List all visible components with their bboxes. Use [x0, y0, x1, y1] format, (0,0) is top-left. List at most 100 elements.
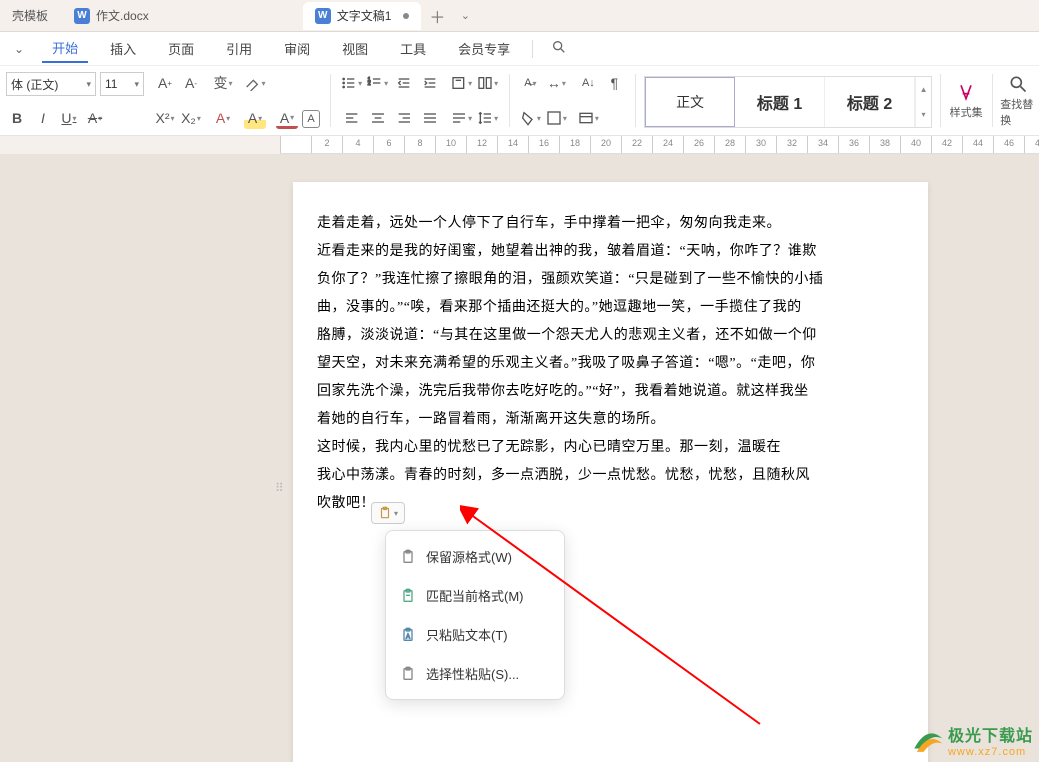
shading-icon: [520, 110, 536, 126]
font-name-combo[interactable]: 体 (正文)▾: [6, 72, 96, 96]
styles-up-button[interactable]: ▲: [915, 77, 931, 102]
font-color-button[interactable]: A: [276, 109, 298, 129]
sort-button[interactable]: A↓: [577, 72, 599, 94]
indent-icon: [422, 75, 438, 91]
doc-line[interactable]: 胳膊，淡淡说道：“与其在这里做一个怨天尤人的悲观主义者，还不如做一个仰: [317, 322, 904, 350]
menu-page[interactable]: 页面: [158, 35, 204, 62]
show-marks-button[interactable]: ¶: [603, 72, 625, 94]
font-art-button[interactable]: A: [212, 107, 234, 129]
styleset-icon: [956, 82, 976, 102]
grow-font-button[interactable]: A+: [154, 72, 176, 94]
doc-line[interactable]: 我心中荡漾。青春的时刻，多一点洒脱，少一点忧愁。忧愁，忧愁，且随秋风: [317, 462, 904, 490]
style-heading2[interactable]: 标题 2: [825, 77, 915, 127]
align-left-button[interactable]: [341, 107, 363, 129]
separator: [509, 74, 510, 127]
menu-member[interactable]: 会员专享: [448, 35, 520, 62]
paragraph-handle-icon[interactable]: ⠿: [275, 481, 286, 495]
doc-line[interactable]: 近看走来的是我的好闺蜜，她望着出神的我，皱着眉道：“天呐，你咋了？谁欺: [317, 238, 904, 266]
find-icon: [1008, 74, 1028, 94]
bold-button[interactable]: B: [6, 107, 28, 129]
separator: [635, 74, 636, 127]
styles-more-button[interactable]: ▾: [915, 102, 931, 127]
align-center-button[interactable]: [367, 107, 389, 129]
text-direction-button[interactable]: [451, 72, 473, 94]
shading-button[interactable]: [519, 107, 541, 129]
align-right-button[interactable]: [393, 107, 415, 129]
char-scale-button[interactable]: A̶: [519, 72, 541, 94]
eraser-icon: [244, 75, 260, 91]
styleset-button[interactable]: 样式集: [949, 72, 984, 129]
bullets-button[interactable]: [341, 72, 363, 94]
columns-button[interactable]: [477, 72, 499, 94]
page[interactable]: 走着走着，远处一个人停下了自行车，手中撑着一把伞，匆匆向我走来。 近看走来的是我…: [293, 182, 928, 762]
paste-special[interactable]: 选择性粘贴(S)...: [386, 654, 564, 693]
indent-dec-button[interactable]: [393, 72, 415, 94]
search-button[interactable]: [545, 35, 573, 62]
align-justify-button[interactable]: [419, 107, 441, 129]
line-spacing-button[interactable]: [477, 107, 499, 129]
numbering-icon: 12: [367, 75, 383, 91]
app-menu-button[interactable]: ⌄: [8, 40, 30, 58]
paste-match-dest[interactable]: 匹配当前格式(M): [386, 576, 564, 615]
tabs-icon: [578, 110, 594, 126]
style-heading1[interactable]: 标题 1: [735, 77, 825, 127]
new-tab-button[interactable]: ＋: [423, 4, 451, 28]
doc-line[interactable]: 这时候，我内心里的忧愁已了无踪影，内心已晴空万里。那一刻，温暖在: [317, 434, 904, 462]
doc-line[interactable]: 曲，没事的。”“唉，看来那个插曲还挺大的。”她逗趣地一笑，一手揽住了我的: [317, 294, 904, 322]
paste-keep-source[interactable]: 保留源格式(W): [386, 537, 564, 576]
horizontal-ruler[interactable]: 2468101214161820222426283032343638404244…: [280, 136, 1039, 154]
styles-gallery[interactable]: 正文 标题 1 标题 2 ▲ ▾: [644, 76, 932, 128]
find-replace-button[interactable]: 查找替换: [1000, 72, 1035, 129]
phonetic-button[interactable]: 变: [212, 72, 234, 94]
distribute-button[interactable]: [451, 107, 473, 129]
doc-line[interactable]: 吹散吧！: [317, 490, 904, 518]
menu-view[interactable]: 视图: [332, 35, 378, 62]
menu-reference[interactable]: 引用: [216, 35, 262, 62]
clipboard-icon: [400, 549, 416, 565]
svg-text:2: 2: [368, 81, 371, 87]
separator: [330, 74, 331, 127]
search-icon: [551, 39, 567, 55]
doc-line[interactable]: 着她的自行车，一路冒着雨，渐渐离开这失意的场所。: [317, 406, 904, 434]
char-border-button[interactable]: A: [302, 110, 320, 128]
tab-doc1[interactable]: W 作文.docx: [62, 2, 161, 30]
site-watermark: 极光下载站 www.xz7.com: [910, 722, 1033, 758]
paste-options-button[interactable]: ▾: [371, 502, 405, 524]
separator: [532, 40, 533, 58]
doc-line[interactable]: 回家先洗个澡，洗完后我带你去吃好吃的。”“好”，我看着她说道。就这样我坐: [317, 378, 904, 406]
tab-template[interactable]: 壳模板: [0, 2, 60, 30]
underline-button[interactable]: U: [58, 107, 80, 129]
style-normal[interactable]: 正文: [645, 77, 735, 127]
italic-button[interactable]: I: [32, 107, 54, 129]
doc-line[interactable]: 走着走着，远处一个人停下了自行车，手中撑着一把伞，匆匆向我走来。: [317, 210, 904, 238]
tab-doc2[interactable]: W 文字文稿1: [303, 2, 422, 30]
unsaved-dot-icon: [403, 13, 409, 19]
superscript-button[interactable]: X²: [154, 107, 176, 129]
borders-button[interactable]: [545, 107, 567, 129]
clear-format-button[interactable]: [244, 72, 266, 94]
strike-button[interactable]: A: [84, 107, 106, 129]
menu-insert[interactable]: 插入: [100, 35, 146, 62]
clipboard-match-icon: [400, 588, 416, 604]
char-spacing-button[interactable]: ↔: [545, 72, 567, 94]
menu-review[interactable]: 审阅: [274, 35, 320, 62]
distribute-icon: [451, 110, 467, 126]
font-size-combo[interactable]: 11▾: [100, 72, 144, 96]
highlight-button[interactable]: A: [244, 107, 266, 129]
tab-list-button[interactable]: ⌄: [451, 9, 479, 22]
separator: [992, 74, 993, 127]
doc-line[interactable]: 负你了？”我连忙擦了擦眼角的泪，强颜欢笑道：“只是碰到了一些不愉快的小插: [317, 266, 904, 294]
tabs-button[interactable]: [577, 107, 599, 129]
numbering-button[interactable]: 12: [367, 72, 389, 94]
paste-options-menu: 保留源格式(W) 匹配当前格式(M) A 只粘贴文本(T) 选择性粘贴(S)..…: [385, 530, 565, 700]
borders-icon: [546, 110, 562, 126]
menu-tools[interactable]: 工具: [390, 35, 436, 62]
shrink-font-button[interactable]: A-: [180, 72, 202, 94]
subscript-button[interactable]: X₂: [180, 107, 202, 129]
svg-text:A: A: [406, 634, 410, 640]
menu-home[interactable]: 开始: [42, 34, 88, 63]
indent-inc-button[interactable]: [419, 72, 441, 94]
paste-text-only[interactable]: A 只粘贴文本(T): [386, 615, 564, 654]
align-center-icon: [370, 110, 386, 126]
doc-line[interactable]: 望天空，对未来充满希望的乐观主义者。”我吸了吸鼻子答道：“嗯”。“走吧，你: [317, 350, 904, 378]
